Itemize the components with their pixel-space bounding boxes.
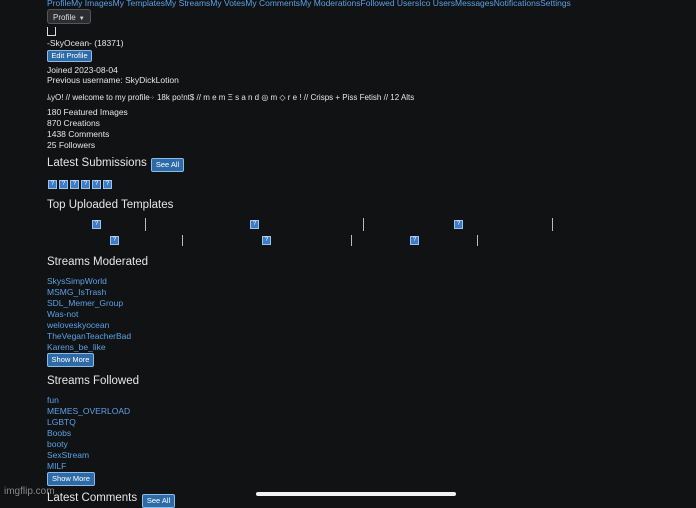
stream-link[interactable]: booty: [47, 439, 68, 449]
nav-profile[interactable]: Profile: [47, 0, 71, 8]
top-nav: ProfileMy ImagesMy TemplatesMy StreamsMy…: [47, 0, 571, 8]
template-thumb[interactable]: ?: [92, 220, 101, 229]
imgflip-watermark: imgflip.com: [4, 486, 55, 497]
streams-followed-title: Streams Followed: [47, 375, 140, 387]
nav-my-images[interactable]: My Images: [71, 0, 113, 8]
submission-thumb[interactable]: ?: [48, 180, 57, 189]
nav-my-templates[interactable]: My Templates: [113, 0, 165, 8]
submission-thumb[interactable]: ?: [92, 180, 101, 189]
nav-settings[interactable]: Settings: [540, 0, 571, 8]
nav-messages[interactable]: Messages: [455, 0, 494, 8]
nav-notifications[interactable]: Notifications: [494, 0, 540, 8]
top-templates-title: Top Uploaded Templates: [47, 199, 174, 211]
latest-comments-see-all-button[interactable]: See All: [142, 494, 175, 508]
bio-mid: ! // welcome to my profile: [61, 93, 150, 102]
stream-link[interactable]: Karens_be_like: [47, 342, 106, 352]
nav-my-moderations[interactable]: My Moderations: [300, 0, 360, 8]
stat-followers: 25 Followers: [47, 140, 96, 150]
stream-link[interactable]: SDL_Memer_Group: [47, 298, 123, 308]
stat-comments: 1438 Comments: [47, 129, 110, 139]
nav-ico-users[interactable]: Ico Users: [419, 0, 455, 8]
stream-link[interactable]: Was-not: [47, 309, 78, 319]
username-line: -SkyOcean- (18371): [47, 38, 124, 48]
home-indicator[interactable]: [256, 492, 456, 496]
submission-thumb[interactable]: ?: [70, 180, 79, 189]
chevron-down-icon: ▼: [78, 16, 85, 22]
template-divider: [552, 218, 553, 231]
stream-link[interactable]: SexStream: [47, 450, 89, 460]
avatar: [47, 27, 56, 36]
stat-featured: 180 Featured Images: [47, 107, 128, 117]
nav-my-votes[interactable]: My Votes: [210, 0, 245, 8]
template-divider: [363, 218, 364, 231]
stream-link[interactable]: MSMG_IsTrash: [47, 287, 106, 297]
latest-submissions-title: Latest Submissions: [47, 157, 147, 169]
stream-link[interactable]: weloveskyocean: [47, 320, 109, 330]
joined-date: Joined 2023-08-04: [47, 65, 118, 75]
stream-link[interactable]: MILF: [47, 461, 66, 471]
stream-link[interactable]: Boobs: [47, 428, 71, 438]
template-divider: [351, 235, 352, 246]
previous-username: Previous username: SkyDickLotion: [47, 75, 179, 85]
profile-dropdown-label: Profile: [53, 13, 76, 22]
profile-dropdown[interactable]: Profile ▼: [47, 9, 91, 24]
submission-thumb[interactable]: ?: [81, 180, 90, 189]
template-thumb[interactable]: ?: [454, 220, 463, 229]
stream-link[interactable]: fun: [47, 395, 59, 405]
stream-link[interactable]: SkysSimpWorld: [47, 276, 107, 286]
template-thumb[interactable]: ?: [262, 236, 271, 245]
stream-link[interactable]: LGBTQ: [47, 417, 76, 427]
streams-followed-show-more-button[interactable]: Show More: [47, 472, 95, 486]
edit-profile-button[interactable]: Edit Profile: [47, 50, 92, 62]
template-divider: [145, 218, 146, 231]
latest-submissions-see-all-button[interactable]: See All: [151, 158, 184, 172]
submission-thumb[interactable]: ?: [103, 180, 112, 189]
streams-moderated-title: Streams Moderated: [47, 256, 148, 268]
template-thumb[interactable]: ?: [110, 236, 119, 245]
bio-start: ﾑyO: [47, 93, 62, 102]
template-thumb[interactable]: ?: [410, 236, 419, 245]
stat-creations: 870 Creations: [47, 118, 100, 128]
stream-link[interactable]: TheVeganTeacherBad: [47, 331, 131, 341]
template-divider: [182, 235, 183, 246]
submission-thumb[interactable]: ?: [59, 180, 68, 189]
nav-my-comments[interactable]: My Comments: [245, 0, 300, 8]
template-thumb[interactable]: ?: [250, 220, 259, 229]
template-divider: [477, 235, 478, 246]
streams-moderated-show-more-button[interactable]: Show More: [47, 353, 94, 367]
latest-submissions-thumbs: ? ? ? ? ? ?: [48, 180, 112, 189]
bio-end: 18k po!nt$ // m e m Ξ s a n d ◎ m ◇ r e …: [154, 93, 415, 102]
stream-link[interactable]: MEMES_OVERLOAD: [47, 406, 130, 416]
nav-my-streams[interactable]: My Streams: [165, 0, 210, 8]
nav-followed-users[interactable]: Followed Users: [361, 0, 420, 8]
bio: ﾑyO! // welcome to my profile⁘ 18k po!nt…: [47, 92, 414, 103]
latest-comments-title: Latest Comments: [47, 492, 138, 504]
